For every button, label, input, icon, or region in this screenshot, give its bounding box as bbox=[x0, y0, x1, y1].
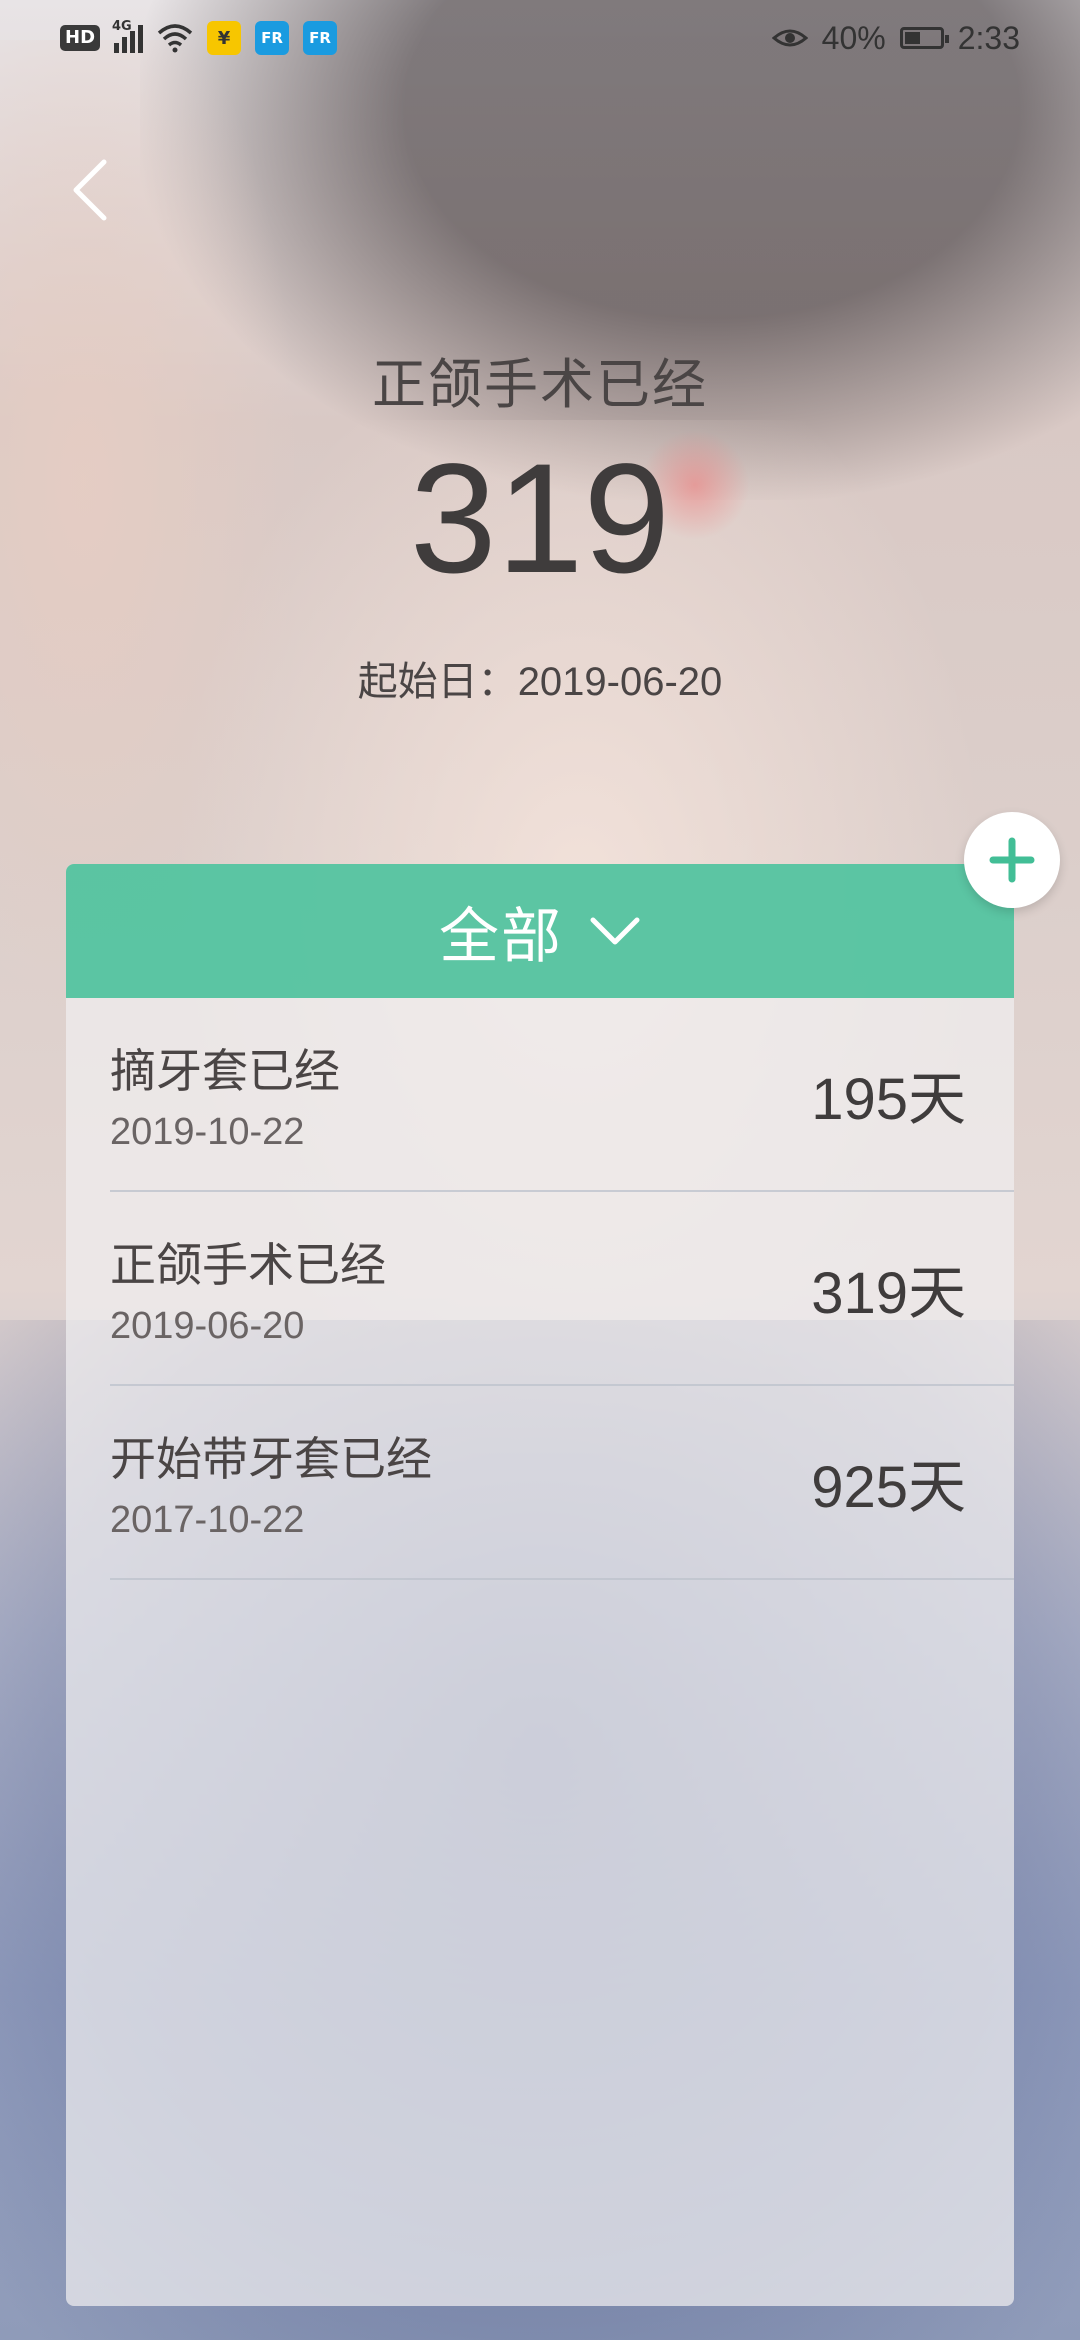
wifi-icon bbox=[157, 24, 193, 53]
event-days: 319天 bbox=[811, 1246, 966, 1330]
add-event-button[interactable] bbox=[964, 812, 1060, 908]
start-date-value: 2019-06-20 bbox=[517, 660, 723, 704]
back-arrow-icon bbox=[73, 159, 107, 221]
hd-badge: HD bbox=[60, 25, 101, 51]
hero-start-date: 起始日：2019-06-20 bbox=[0, 649, 1080, 707]
start-date-label: 起始日： bbox=[357, 659, 518, 705]
battery-icon bbox=[899, 27, 949, 49]
status-time: 2:33 bbox=[957, 19, 1020, 56]
payment-app-icon: ¥ bbox=[207, 21, 242, 55]
event-days-unit: 天 bbox=[907, 1259, 966, 1327]
battery-percent: 40% bbox=[821, 19, 886, 56]
filter-label: 全部 bbox=[439, 901, 563, 972]
event-title: 正颌手术已经 bbox=[110, 1237, 386, 1292]
event-days-number: 319 bbox=[811, 1261, 908, 1326]
app-screen: HD 4G ¥ FR FR 40% 2:33 正颌手术已经 319 起始日：20… bbox=[0, 0, 1080, 2340]
event-row[interactable]: 摘牙套已经 2019-10-22 195天 bbox=[110, 998, 1014, 1192]
event-days-number: 195 bbox=[811, 1067, 908, 1132]
event-title: 开始带牙套已经 bbox=[110, 1431, 432, 1486]
filter-dropdown[interactable]: 全部 bbox=[66, 864, 1014, 998]
event-days-number: 925 bbox=[811, 1455, 908, 1520]
hero-counter: 正颌手术已经 319 起始日：2019-06-20 bbox=[0, 340, 1080, 707]
fr-app-icon: FR bbox=[255, 21, 290, 55]
event-days: 925天 bbox=[811, 1440, 966, 1524]
plus-icon bbox=[989, 837, 1035, 883]
cell-signal-icon: 4G bbox=[112, 19, 144, 53]
event-row[interactable]: 正颌手术已经 2019-06-20 319天 bbox=[110, 1192, 1014, 1386]
eye-comfort-icon bbox=[771, 29, 808, 47]
fr-app-icon-2: FR bbox=[303, 21, 338, 55]
event-days-unit: 天 bbox=[907, 1065, 966, 1133]
status-left: HD 4G ¥ FR FR bbox=[60, 19, 338, 55]
event-date: 2019-10-22 bbox=[110, 1110, 305, 1153]
event-title: 摘牙套已经 bbox=[110, 1043, 340, 1098]
hero-title: 正颌手术已经 bbox=[372, 353, 708, 416]
back-button[interactable] bbox=[60, 150, 120, 230]
chevron-down-icon bbox=[590, 917, 640, 945]
event-info: 正颌手术已经 2019-06-20 bbox=[110, 1229, 386, 1348]
network-type: 4G bbox=[112, 19, 132, 34]
event-info: 开始带牙套已经 2017-10-22 bbox=[110, 1423, 432, 1542]
event-days-unit: 天 bbox=[907, 1453, 966, 1521]
status-bar: HD 4G ¥ FR FR 40% 2:33 bbox=[0, 0, 1080, 76]
event-days: 195天 bbox=[811, 1052, 966, 1136]
hero-day-count: 319 bbox=[409, 432, 671, 606]
event-list: 摘牙套已经 2019-10-22 195天 正颌手术已经 2019-06-20 … bbox=[66, 998, 1014, 1580]
event-date: 2019-06-20 bbox=[110, 1304, 305, 1347]
event-date: 2017-10-22 bbox=[110, 1498, 305, 1541]
status-right: 40% 2:33 bbox=[771, 19, 1020, 57]
event-row[interactable]: 开始带牙套已经 2017-10-22 925天 bbox=[110, 1386, 1014, 1580]
events-panel: 全部 摘牙套已经 2019-10-22 195天 正颌手术已经 2019-06-… bbox=[66, 864, 1014, 2306]
event-info: 摘牙套已经 2019-10-22 bbox=[110, 1035, 340, 1154]
